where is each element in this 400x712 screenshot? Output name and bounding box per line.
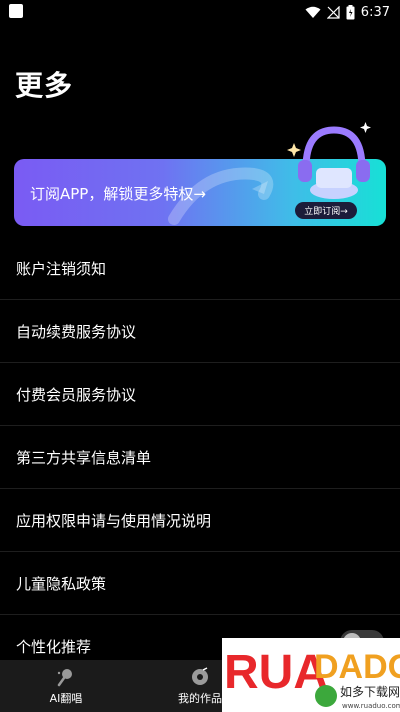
banner-text: 订阅APP，解锁更多特权→: [30, 185, 206, 203]
menu-item-label: 个性化推荐: [16, 637, 92, 656]
tab-label: 我的作品: [178, 691, 222, 705]
notification-icon: [9, 4, 23, 18]
menu-item-label: 第三方共享信息清单: [16, 448, 152, 467]
menu-item-children-privacy[interactable]: 儿童隐私政策: [0, 552, 400, 615]
menu-item-membership-agreement[interactable]: 付费会员服务协议: [0, 363, 400, 426]
ai-cover-icon: [57, 668, 72, 686]
status-time: 6:37: [360, 4, 390, 20]
svg-text:DADO: DADO: [314, 648, 400, 686]
settings-menu: 账户注销须知 自动续费服务协议 付费会员服务协议 第三方共享信息清单 应用权限申…: [0, 237, 400, 678]
menu-item-label: 自动续费服务协议: [16, 322, 137, 341]
tab-ai-cover[interactable]: AI翻唱: [6, 660, 126, 712]
svg-text:RUA: RUA: [224, 646, 328, 699]
subscribe-now-button[interactable]: 立即订阅→: [295, 202, 357, 219]
headphones-icon: [287, 122, 371, 199]
menu-item-label: 应用权限申请与使用情况说明: [16, 511, 212, 530]
page-title: 更多: [15, 69, 74, 102]
no-signal-icon: [326, 5, 340, 19]
battery-icon: [346, 4, 355, 19]
menu-item-account-cancel[interactable]: 账户注销须知: [0, 237, 400, 300]
menu-item-label: 账户注销须知: [16, 259, 107, 278]
watermark-subtext: 如多下载网: [340, 684, 400, 699]
watermark-logo: RUA DADO 如多下载网 www.ruaduo.com: [222, 638, 400, 712]
menu-item-auto-renew[interactable]: 自动续费服务协议: [0, 300, 400, 363]
my-works-icon: [192, 666, 208, 685]
menu-item-permissions[interactable]: 应用权限申请与使用情况说明: [0, 489, 400, 552]
status-icons: 6:37: [305, 3, 390, 21]
menu-item-label: 儿童隐私政策: [16, 574, 107, 593]
status-bar: 6:37: [0, 0, 400, 24]
menu-item-third-party-list[interactable]: 第三方共享信息清单: [0, 426, 400, 489]
tab-label: AI翻唱: [49, 691, 83, 705]
menu-item-label: 付费会员服务协议: [16, 385, 137, 404]
watermark-url: www.ruaduo.com: [342, 702, 400, 710]
wifi-icon: [305, 6, 321, 18]
